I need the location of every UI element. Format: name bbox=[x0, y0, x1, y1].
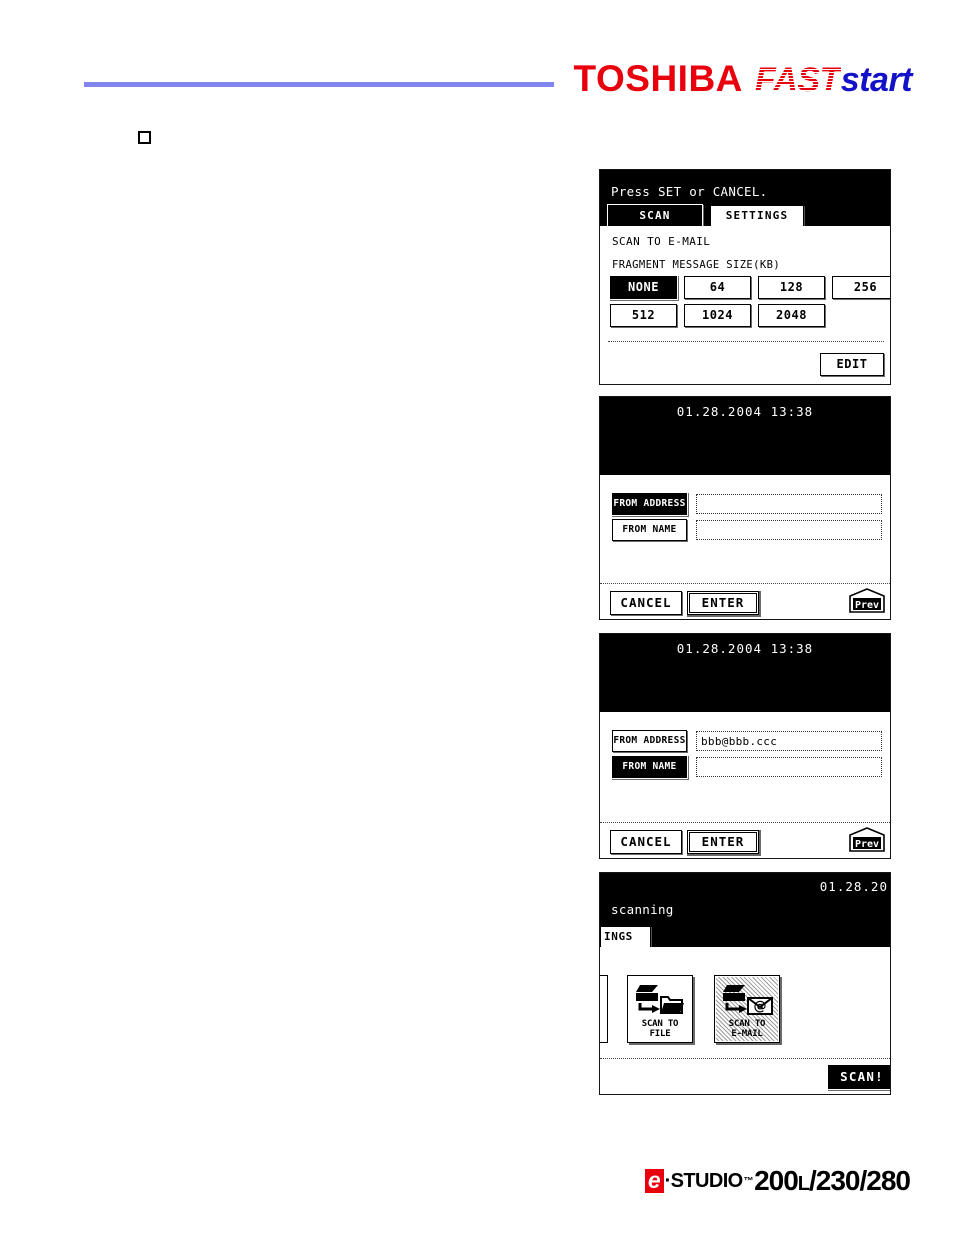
cancel-button[interactable]: CANCEL bbox=[610, 830, 682, 854]
scan-to-file-icon bbox=[632, 979, 688, 1019]
from-name-row: FROM NAME bbox=[612, 756, 882, 778]
fragment-size-128[interactable]: 128 bbox=[758, 276, 825, 299]
from-fields: FROM ADDRESS FROM NAME bbox=[612, 493, 882, 545]
fast-wordmark: FAST bbox=[754, 61, 840, 99]
estudio-e-mark: e bbox=[644, 1169, 664, 1193]
scan-to-email-icon: @ bbox=[719, 979, 775, 1019]
lcd-body: SCAN TO FILE @ SCAN TO E-MAIL SCAN! bbox=[600, 947, 890, 1092]
estudio-wordmark: ·STUDIO bbox=[664, 1169, 744, 1192]
lcd-bottom-bar: SCAN! bbox=[600, 1058, 890, 1092]
scan-to-email-tile[interactable]: @ SCAN TO E-MAIL bbox=[714, 975, 780, 1043]
enter-button[interactable]: ENTER bbox=[687, 830, 759, 854]
lcd-panel-from-entry-empty: 01.28.2004 13:38 FROM ADDRESS FROM NAME … bbox=[599, 396, 891, 620]
estudio-model-footer: e ·STUDIO ™ 200L/230/280 bbox=[644, 1165, 911, 1197]
from-address-row: FROM ADDRESS bbb@bbb.ccc bbox=[612, 730, 882, 752]
toshiba-wordmark: TOSHIBA bbox=[573, 58, 743, 99]
from-address-button[interactable]: FROM ADDRESS bbox=[612, 493, 687, 515]
lcd-bottom-bar: CANCEL ENTER Prev bbox=[600, 822, 890, 856]
tab-settings[interactable]: SETTINGS bbox=[710, 205, 804, 227]
cancel-button[interactable]: CANCEL bbox=[610, 591, 682, 615]
fragment-size-none[interactable]: NONE bbox=[610, 276, 677, 299]
lcd-header: 01.28.2004 13:38 bbox=[600, 634, 890, 712]
lcd-message: Press SET or CANCEL. bbox=[611, 184, 768, 199]
from-fields: FROM ADDRESS bbb@bbb.ccc FROM NAME bbox=[612, 730, 882, 782]
fragment-size-64[interactable]: 64 bbox=[684, 276, 751, 299]
tab-scan[interactable]: SCAN bbox=[608, 205, 702, 227]
fragment-size-512[interactable]: 512 bbox=[610, 304, 677, 327]
lcd-divider bbox=[600, 583, 890, 584]
edit-button[interactable]: EDIT bbox=[820, 353, 884, 376]
svg-text:Prev: Prev bbox=[855, 600, 879, 611]
fragment-size-label: FRAGMENT MESSAGE SIZE(KB) bbox=[612, 259, 781, 271]
fragment-size-row-1: NONE 64 128 256 bbox=[610, 276, 890, 299]
enter-button[interactable]: ENTER bbox=[687, 591, 759, 615]
scan-button[interactable]: SCAN! bbox=[828, 1065, 890, 1089]
tile-clipped-left[interactable] bbox=[600, 975, 608, 1043]
from-name-row: FROM NAME bbox=[612, 519, 882, 541]
lcd-clock: 01.28.20 bbox=[819, 879, 888, 894]
lcd-clock: 01.28.2004 13:38 bbox=[676, 641, 814, 656]
from-name-button[interactable]: FROM NAME bbox=[612, 756, 687, 778]
lcd-header: 01.28.2004 13:38 bbox=[600, 397, 890, 475]
prev-icon: Prev bbox=[849, 827, 885, 852]
header-rule bbox=[84, 82, 554, 87]
fragment-size-256[interactable]: 256 bbox=[832, 276, 890, 299]
trademark-symbol: ™ bbox=[743, 1175, 754, 1187]
lcd-body: FROM ADDRESS bbb@bbb.ccc FROM NAME CANCE… bbox=[600, 712, 890, 856]
svg-text:@: @ bbox=[754, 999, 767, 1014]
tab-settings-clipped[interactable]: INGS bbox=[600, 926, 651, 948]
lcd-body: FROM ADDRESS FROM NAME CANCEL ENTER Prev bbox=[600, 475, 890, 617]
start-wordmark: start bbox=[840, 61, 913, 99]
step-bullet-square bbox=[138, 131, 151, 144]
lcd-header: Press SET or CANCEL. SCAN SETTINGS bbox=[600, 170, 890, 227]
lcd-body: SCAN TO E-MAIL FRAGMENT MESSAGE SIZE(KB)… bbox=[600, 226, 890, 382]
fragment-size-2048[interactable]: 2048 bbox=[758, 304, 825, 327]
prev-button[interactable]: Prev bbox=[848, 826, 886, 852]
from-address-button[interactable]: FROM ADDRESS bbox=[612, 730, 687, 752]
fragment-size-grid: NONE 64 128 256 512 1024 2048 bbox=[610, 276, 890, 327]
from-name-button[interactable]: FROM NAME bbox=[612, 519, 687, 541]
fragment-size-row-2: 512 1024 2048 bbox=[610, 304, 890, 327]
prev-button[interactable]: Prev bbox=[848, 587, 886, 613]
scan-mode-subtitle: SCAN TO E-MAIL bbox=[612, 235, 711, 248]
lcd-status-message: scanning bbox=[611, 902, 674, 917]
lcd-header: 01.28.20 scanning INGS bbox=[600, 873, 890, 948]
lcd-divider bbox=[608, 341, 884, 342]
model-number: 200L/230/280 bbox=[754, 1165, 911, 1196]
prev-icon: Prev bbox=[849, 588, 885, 613]
scan-mode-tiles: SCAN TO FILE @ SCAN TO E-MAIL bbox=[627, 975, 780, 1043]
from-address-input[interactable]: bbb@bbb.ccc bbox=[696, 731, 882, 751]
from-name-input[interactable] bbox=[696, 520, 882, 540]
lcd-panel-scanning-mode-select: 01.28.20 scanning INGS SCAN TO FILE @ SC… bbox=[599, 872, 891, 1095]
lcd-divider bbox=[600, 822, 890, 823]
scan-to-file-label: SCAN TO FILE bbox=[641, 1019, 679, 1039]
lcd-panel-scan-settings: Press SET or CANCEL. SCAN SETTINGS SCAN … bbox=[599, 169, 891, 385]
from-address-input[interactable] bbox=[696, 494, 882, 514]
lcd-tab-row: INGS bbox=[600, 926, 651, 948]
lcd-clock: 01.28.2004 13:38 bbox=[676, 404, 814, 419]
toshiba-faststart-logo: TOSHIBA FASTstart bbox=[573, 58, 913, 100]
lcd-tab-row: SCAN SETTINGS bbox=[608, 205, 804, 227]
scan-to-file-tile[interactable]: SCAN TO FILE bbox=[627, 975, 693, 1043]
lcd-divider bbox=[600, 1058, 890, 1059]
svg-text:Prev: Prev bbox=[855, 839, 879, 850]
lcd-panel-from-entry-filled: 01.28.2004 13:38 FROM ADDRESS bbb@bbb.cc… bbox=[599, 633, 891, 859]
lcd-bottom-bar: CANCEL ENTER Prev bbox=[600, 583, 890, 617]
from-name-input[interactable] bbox=[696, 757, 882, 777]
from-address-row: FROM ADDRESS bbox=[612, 493, 882, 515]
scan-to-email-label: SCAN TO E-MAIL bbox=[728, 1019, 766, 1039]
fragment-size-1024[interactable]: 1024 bbox=[684, 304, 751, 327]
